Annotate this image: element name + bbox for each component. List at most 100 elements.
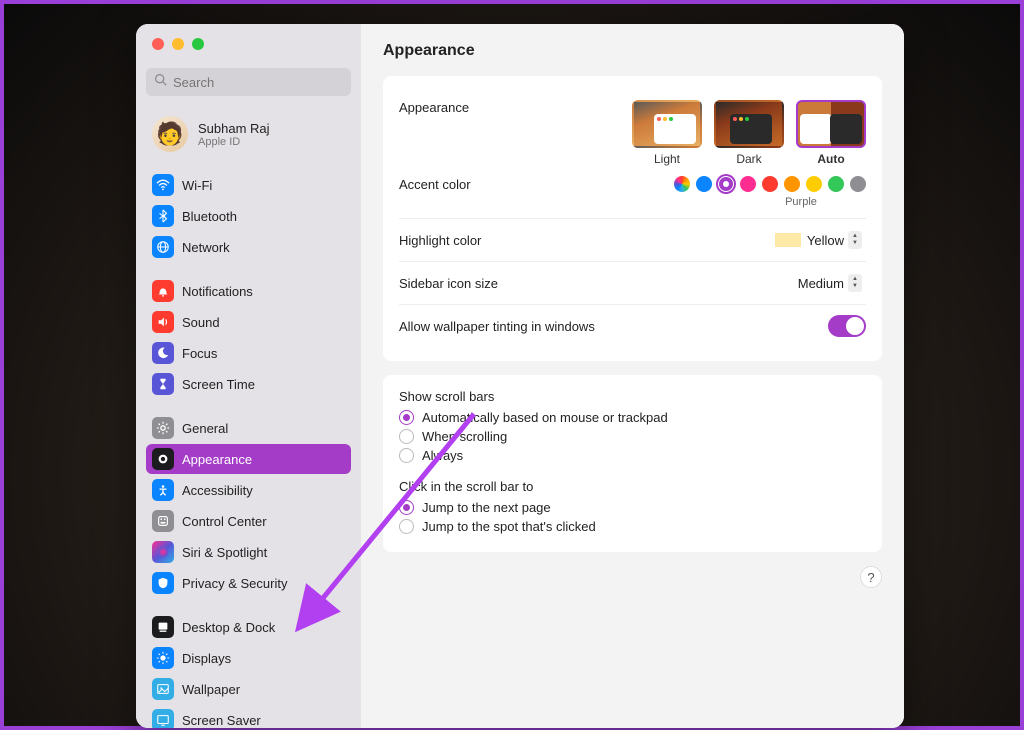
sidebar-item-focus[interactable]: Focus <box>146 338 351 368</box>
sidebar-item-label: Focus <box>182 346 217 361</box>
sidebar-size-label: Sidebar icon size <box>399 276 498 291</box>
sidebar-item-label: Bluetooth <box>182 209 237 224</box>
sidebar-item-wi-fi[interactable]: Wi-Fi <box>146 170 351 200</box>
appearance-option-dark[interactable]: Dark <box>714 100 784 166</box>
appearance-option-label: Auto <box>796 152 866 166</box>
sidebar-item-screen-saver[interactable]: Screen Saver <box>146 705 351 728</box>
hour-icon <box>152 373 174 395</box>
cc-icon <box>152 510 174 532</box>
content-pane: Appearance Appearance LightDarkAuto Acce… <box>361 24 904 728</box>
sidebar-item-label: General <box>182 421 228 436</box>
avatar: 🧑 <box>152 116 188 152</box>
accent-color-multicolor[interactable] <box>674 176 690 192</box>
sidebar-item-accessibility[interactable]: Accessibility <box>146 475 351 505</box>
appearance-thumb-auto <box>796 100 866 148</box>
accent-selected-name: Purple <box>736 196 866 208</box>
sidebar-item-label: Notifications <box>182 284 253 299</box>
sidebar-item-notifications[interactable]: Notifications <box>146 276 351 306</box>
sidebar-item-control-center[interactable]: Control Center <box>146 506 351 536</box>
highlight-select[interactable]: Yellow ▲▼ <box>767 229 866 251</box>
click-scroll-option-1[interactable]: Jump to the spot that's clicked <box>399 519 866 534</box>
radio-icon <box>399 448 414 463</box>
appearance-option-label: Light <box>632 152 702 166</box>
sidebar-item-label: Screen Time <box>182 377 255 392</box>
sound-icon <box>152 311 174 333</box>
scrollbars-option-0[interactable]: Automatically based on mouse or trackpad <box>399 410 866 425</box>
accent-color-green[interactable] <box>828 176 844 192</box>
chevron-updown-icon: ▲▼ <box>848 274 862 292</box>
disp-icon <box>152 647 174 669</box>
sidebar-item-label: Accessibility <box>182 483 253 498</box>
sidebar-item-label: Control Center <box>182 514 267 529</box>
accent-color-yellow[interactable] <box>806 176 822 192</box>
gear-icon <box>152 417 174 439</box>
minimize-button[interactable] <box>172 38 184 50</box>
scrollbars-option-1[interactable]: When scrolling <box>399 429 866 444</box>
sidebar-item-label: Network <box>182 240 230 255</box>
chevron-updown-icon: ▲▼ <box>848 231 862 249</box>
accent-color-red[interactable] <box>762 176 778 192</box>
sidebar-size-value: Medium <box>798 276 844 291</box>
tinting-label: Allow wallpaper tinting in windows <box>399 319 595 334</box>
click-scroll-option-label: Jump to the next page <box>422 500 551 515</box>
accent-color-pink[interactable] <box>740 176 756 192</box>
moon-icon <box>152 342 174 364</box>
sidebar-size-select[interactable]: Medium ▲▼ <box>790 272 866 294</box>
priv-icon <box>152 572 174 594</box>
maximize-button[interactable] <box>192 38 204 50</box>
bell-icon <box>152 280 174 302</box>
search-input[interactable] <box>173 75 349 90</box>
appearance-card: Appearance LightDarkAuto Accent color Pu… <box>383 76 882 361</box>
scrollbars-option-2[interactable]: Always <box>399 448 866 463</box>
apple-id-row[interactable]: 🧑 Subham Raj Apple ID <box>146 112 351 156</box>
sidebar-item-privacy-security[interactable]: Privacy & Security <box>146 568 351 598</box>
sidebar-item-displays[interactable]: Displays <box>146 643 351 673</box>
scrollbars-option-label: Automatically based on mouse or trackpad <box>422 410 668 425</box>
appearance-thumb-dark <box>714 100 784 148</box>
wall-icon <box>152 678 174 700</box>
scrollbars-title: Show scroll bars <box>399 389 866 404</box>
sidebar-item-screen-time[interactable]: Screen Time <box>146 369 351 399</box>
sidebar-item-label: Screen Saver <box>182 713 261 728</box>
window-controls <box>152 38 351 50</box>
sidebar-item-network[interactable]: Network <box>146 232 351 262</box>
sidebar-item-label: Appearance <box>182 452 252 467</box>
scrollbars-option-label: Always <box>422 448 463 463</box>
sidebar-item-label: Wi-Fi <box>182 178 212 193</box>
sidebar-item-bluetooth[interactable]: Bluetooth <box>146 201 351 231</box>
sidebar-item-label: Sound <box>182 315 220 330</box>
sidebar-item-label: Desktop & Dock <box>182 620 275 635</box>
ss-icon <box>152 709 174 728</box>
accent-color-blue[interactable] <box>696 176 712 192</box>
sidebar-item-siri-spotlight[interactable]: Siri & Spotlight <box>146 537 351 567</box>
sidebar-item-desktop-dock[interactable]: Desktop & Dock <box>146 612 351 642</box>
sidebar-item-wallpaper[interactable]: Wallpaper <box>146 674 351 704</box>
accent-label: Accent color <box>399 177 471 192</box>
close-button[interactable] <box>152 38 164 50</box>
highlight-value: Yellow <box>807 233 844 248</box>
highlight-swatch <box>775 233 801 247</box>
help-button[interactable]: ? <box>860 566 882 588</box>
user-sub: Apple ID <box>198 136 270 148</box>
search-field[interactable] <box>146 68 351 96</box>
sidebar-item-appearance[interactable]: Appearance <box>146 444 351 474</box>
accent-color-gray[interactable] <box>850 176 866 192</box>
sidebar-item-label: Privacy & Security <box>182 576 287 591</box>
tinting-toggle[interactable] <box>828 315 866 337</box>
net-icon <box>152 236 174 258</box>
sidebar-item-sound[interactable]: Sound <box>146 307 351 337</box>
accent-color-purple[interactable] <box>718 176 734 192</box>
acc-icon <box>152 479 174 501</box>
appearance-option-auto[interactable]: Auto <box>796 100 866 166</box>
click-scroll-title: Click in the scroll bar to <box>399 479 866 494</box>
radio-icon <box>399 519 414 534</box>
siri-icon <box>152 541 174 563</box>
appearance-option-light[interactable]: Light <box>632 100 702 166</box>
sidebar-item-general[interactable]: General <box>146 413 351 443</box>
accent-color-orange[interactable] <box>784 176 800 192</box>
scrollbars-option-label: When scrolling <box>422 429 507 444</box>
radio-icon <box>399 429 414 444</box>
appearance-option-label: Dark <box>714 152 784 166</box>
click-scroll-option-0[interactable]: Jump to the next page <box>399 500 866 515</box>
user-name: Subham Raj <box>198 121 270 136</box>
